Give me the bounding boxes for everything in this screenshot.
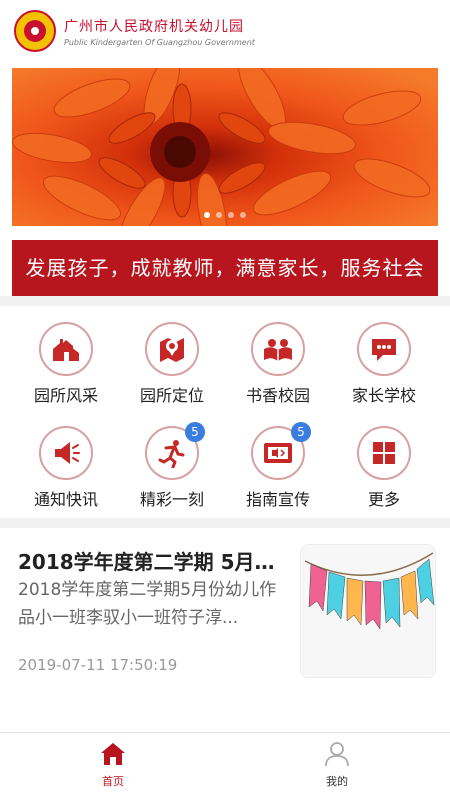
news-timestamp: 2019-07-11 17:50:19 [18,656,178,674]
slogan-banner: 发展孩子，成就教师，满意家长，服务社会 [12,240,438,296]
nav-profile[interactable]: 我的 [282,741,392,789]
user-icon [325,742,349,767]
section-divider [0,518,450,528]
notification-badge: 5 [291,422,311,442]
book-icon [251,322,305,376]
chat-icon [357,322,411,376]
megaphone-icon [39,426,93,480]
carousel-dot[interactable] [228,212,234,218]
carousel-dot[interactable] [204,212,210,218]
bunting-flags-image [304,552,435,630]
news-summary: 2018学年度第二学期5月份幼儿作品小一班李驭小一班符子淳... [18,580,277,628]
banner-carousel[interactable] [12,68,438,226]
grid-icon [357,426,411,480]
carousel-dot[interactable] [216,212,222,218]
grid-item-label: 通知快讯 [33,490,98,509]
kindergarten-logo [14,10,56,52]
section-divider [0,296,450,306]
runner-icon: 5 [145,422,205,480]
grid-item-label: 指南宣传 [245,490,310,509]
screen-icon: 5 [251,422,311,480]
nav-label: 首页 [102,775,124,788]
grid-item-label: 园所风采 [33,386,98,405]
app-subtitle-en: Public Kindergarten Of Guangzhou Governm… [64,38,255,47]
grid-item-highlights[interactable]: 5 精彩一刻 [122,422,222,510]
carousel-dot[interactable] [240,212,246,218]
grid-item-more[interactable]: 更多 [334,426,434,510]
carousel-indicator[interactable] [12,212,438,218]
grid-item-guide[interactable]: 5 指南宣传 [228,422,328,510]
grid-item-label: 书香校园 [245,386,310,405]
chrysanthemum-image [12,68,438,226]
grid-item-label: 更多 [367,490,400,509]
app-header: 广州市人民政府机关幼儿园 Public Kindergarten Of Guan… [0,0,450,66]
news-thumbnail[interactable] [300,544,436,678]
grid-item-notices[interactable]: 通知快讯 [16,426,116,510]
grid-item-parent-school[interactable]: 家长学校 [334,322,434,406]
app-title: 广州市人民政府机关幼儿园 [64,19,244,35]
grid-item-campus-style[interactable]: 园所风采 [16,322,116,406]
grid-item-location[interactable]: 园所定位 [122,322,222,406]
grid-item-label: 家长学校 [351,386,416,405]
map-pin-icon [145,322,199,376]
building-icon [39,322,93,376]
news-item[interactable]: 2018学年度第二学期 5月份幼儿作品 2018学年度第二学期5月份幼儿作品小一… [0,530,450,690]
nav-home[interactable]: 首页 [58,741,168,789]
home-icon [101,743,125,765]
bottom-navigation: 首页 我的 [0,732,450,801]
grid-item-reading-campus[interactable]: 书香校园 [228,322,328,406]
news-title[interactable]: 2018学年度第二学期 5月份幼儿作品 [18,546,290,575]
grid-item-label: 精彩一刻 [139,490,204,509]
notification-badge: 5 [185,422,205,442]
grid-item-label: 园所定位 [139,386,204,405]
nav-label: 我的 [326,775,348,788]
